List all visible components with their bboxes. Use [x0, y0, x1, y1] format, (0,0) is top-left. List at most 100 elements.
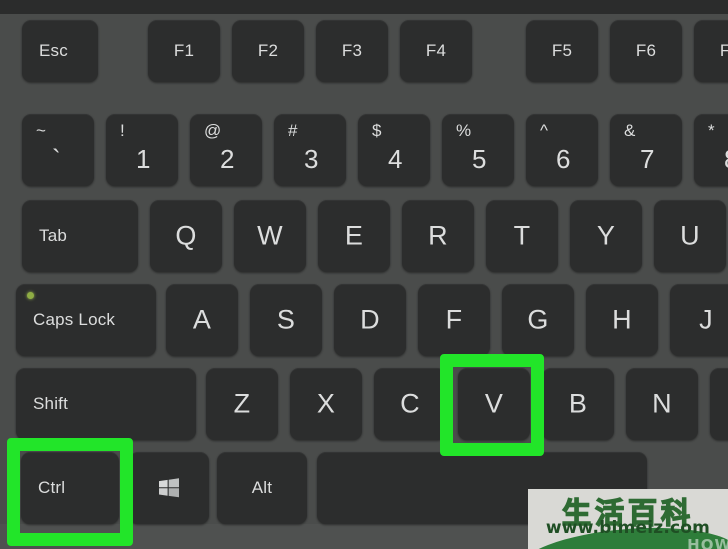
key-eight-lower-legend: 8 [694, 144, 728, 175]
key-one[interactable]: ! 1 [106, 114, 178, 186]
key-f1-legend: F1 [173, 41, 195, 60]
windows-logo-icon [159, 478, 179, 498]
key-q[interactable]: Q [150, 200, 222, 272]
key-ctrl-legend: Ctrl [38, 478, 66, 497]
key-s[interactable]: S [250, 284, 322, 356]
key-alt-legend: Alt [251, 478, 273, 497]
key-m-legend: M [710, 389, 728, 420]
key-x-legend: X [316, 388, 336, 419]
key-t[interactable]: T [486, 200, 558, 272]
key-five-upper-legend: % [456, 121, 472, 140]
key-z[interactable]: Z [206, 368, 278, 440]
key-d-legend: D [360, 304, 380, 335]
key-h[interactable]: H [586, 284, 658, 356]
key-esc[interactable]: Esc [22, 20, 98, 82]
key-f3-legend: F3 [341, 41, 363, 60]
key-two-lower-legend: 2 [220, 144, 235, 174]
key-f4-legend: F4 [425, 41, 447, 60]
key-f2[interactable]: F2 [232, 20, 304, 82]
key-shift-legend: Shift [33, 394, 69, 413]
key-eight-upper-legend: * [708, 121, 715, 140]
watermark-ghost-text: HOW [687, 536, 728, 549]
key-ctrl[interactable]: Ctrl [21, 452, 119, 524]
key-b-legend: B [568, 388, 588, 419]
key-u-legend: U [680, 220, 700, 251]
key-f7[interactable]: F7 [694, 20, 728, 82]
key-backtick-upper-legend: ~ [36, 121, 47, 140]
key-backtick-lower-legend: ` [52, 144, 61, 174]
watermark-url: www.bimeiz.com [545, 518, 711, 538]
key-w[interactable]: W [234, 200, 306, 272]
key-one-lower-legend: 1 [136, 144, 151, 174]
key-three-upper-legend: # [288, 121, 298, 140]
key-d[interactable]: D [334, 284, 406, 356]
key-eight[interactable]: *8 [694, 114, 728, 186]
key-x[interactable]: X [290, 368, 362, 440]
key-g[interactable]: G [502, 284, 574, 356]
key-a[interactable]: A [166, 284, 238, 356]
key-capslock-legend: Caps Lock [33, 310, 116, 329]
key-f6[interactable]: F6 [610, 20, 682, 82]
keyboard: EscF1F2F3F4F5F6F7~`!1@2#3$4%5^6&7*8TabQW… [0, 0, 728, 549]
key-f5-legend: F5 [551, 41, 573, 60]
key-six-upper-legend: ^ [540, 121, 549, 140]
key-f2-legend: F2 [257, 41, 279, 60]
key-r-legend: R [428, 220, 448, 251]
key-alt[interactable]: Alt [217, 452, 307, 524]
key-f[interactable]: F [418, 284, 490, 356]
key-tab[interactable]: Tab [22, 200, 138, 272]
key-four-upper-legend: $ [372, 121, 382, 140]
key-m[interactable]: M [710, 368, 728, 440]
key-n[interactable]: N [626, 368, 698, 440]
key-f7-legend: F7 [719, 41, 728, 60]
key-s-legend: S [276, 304, 296, 335]
key-tab-legend: Tab [39, 226, 68, 245]
key-v-legend: V [484, 388, 504, 419]
key-four-lower-legend: 4 [388, 144, 403, 174]
key-b[interactable]: B [542, 368, 614, 440]
key-seven[interactable]: & 7 [610, 114, 682, 186]
key-four[interactable]: $4 [358, 114, 430, 186]
key-u[interactable]: U [654, 200, 726, 272]
key-t-legend: T [513, 220, 531, 251]
keyboard-photo: EscF1F2F3F4F5F6F7~`!1@2#3$4%5^6&7*8TabQW… [0, 0, 728, 549]
watermark: 生活百科 www.bimeiz.com HOW [528, 489, 728, 549]
key-six-lower-legend: 6 [556, 144, 571, 174]
key-seven-upper-legend: & [624, 121, 636, 140]
key-capslock[interactable]: Caps Lock [16, 284, 156, 356]
key-y-legend: Y [596, 220, 616, 251]
key-seven-lower-legend: 7 [640, 144, 655, 174]
key-z-legend: Z [233, 388, 251, 419]
key-q-legend: Q [175, 220, 197, 251]
key-two-upper-legend: @ [204, 121, 222, 140]
key-c[interactable]: C [374, 368, 446, 440]
key-two[interactable]: @2 [190, 114, 262, 186]
key-e-legend: E [344, 220, 364, 251]
key-backtick[interactable]: ~ ` [22, 114, 94, 186]
key-six[interactable]: ^ 6 [526, 114, 598, 186]
key-y[interactable]: Y [570, 200, 642, 272]
key-c-legend: C [400, 388, 420, 419]
key-e[interactable]: E [318, 200, 390, 272]
key-j-legend: J [699, 304, 713, 335]
key-shift[interactable]: Shift [16, 368, 196, 440]
key-five[interactable]: % 5 [442, 114, 514, 186]
key-w-legend: W [257, 220, 283, 251]
key-f6-legend: F6 [635, 41, 657, 60]
key-esc-legend: Esc [39, 41, 68, 60]
key-f1[interactable]: F1 [148, 20, 220, 82]
key-n-legend: N [652, 388, 672, 419]
key-win[interactable] [129, 452, 209, 524]
key-f3[interactable]: F3 [316, 20, 388, 82]
key-g-legend: G [527, 304, 549, 335]
caps-lock-led-icon [27, 292, 34, 299]
key-v[interactable]: V [458, 368, 530, 440]
key-h-legend: H [612, 304, 632, 335]
key-three[interactable]: #3 [274, 114, 346, 186]
key-f4[interactable]: F4 [400, 20, 472, 82]
key-five-lower-legend: 5 [472, 144, 487, 174]
key-j[interactable]: J [670, 284, 728, 356]
key-f5[interactable]: F5 [526, 20, 598, 82]
key-r[interactable]: R [402, 200, 474, 272]
key-a-legend: A [192, 304, 212, 335]
